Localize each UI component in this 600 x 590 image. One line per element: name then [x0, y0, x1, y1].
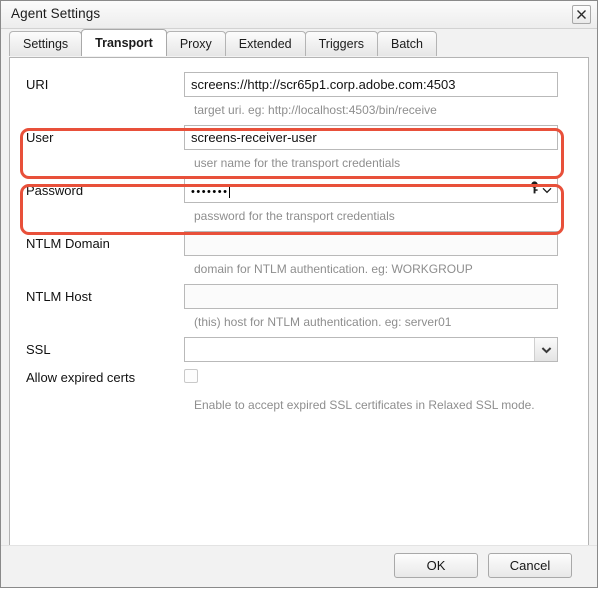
ntlm-host-input[interactable]: [184, 284, 558, 309]
uri-input[interactable]: screens://http://scr65p1.corp.adobe.com:…: [184, 72, 558, 97]
field-row-ssl: SSL: [10, 337, 588, 365]
password-input[interactable]: •••••••: [184, 178, 558, 203]
tab-extended[interactable]: Extended: [224, 31, 306, 56]
ntlm-domain-input[interactable]: [184, 231, 558, 256]
ssl-label: SSL: [26, 342, 51, 357]
field-row-allow-expired-certs: Allow expired certs: [10, 365, 588, 395]
agent-settings-dialog: Agent Settings Settings Transport Proxy Ext…: [0, 0, 598, 588]
ntlm-host-field-wrap: [184, 284, 558, 309]
field-row-password: Password •••••••: [10, 178, 588, 206]
user-input[interactable]: screens-receiver-user: [184, 125, 558, 150]
tab-bar: Settings Transport Proxy Extended Triggers Ba…: [1, 29, 597, 57]
user-field-wrap: screens-receiver-user: [184, 125, 558, 150]
dialog-footer: OK Cancel: [1, 545, 597, 587]
title-bar: Agent Settings: [1, 1, 597, 29]
allow-expired-certs-label: Allow expired certs: [26, 370, 136, 385]
cancel-button[interactable]: Cancel: [488, 553, 572, 578]
user-hint: user name for the transport credentials: [194, 156, 401, 170]
uri-label: URI: [26, 77, 49, 92]
allow-expired-certs-field-wrap: [184, 365, 558, 390]
transport-panel: URI screens://http://scr65p1.corp.adobe.…: [9, 57, 589, 546]
ntlm-domain-hint: domain for NTLM authentication. eg: WORK…: [194, 262, 473, 276]
transport-form: URI screens://http://scr65p1.corp.adobe.…: [10, 58, 588, 420]
ssl-field-wrap: [184, 337, 558, 362]
close-button[interactable]: [572, 5, 591, 24]
chevron-down-icon: [534, 338, 557, 361]
ntlm-host-hint: (this) host for NTLM authentication. eg:…: [194, 315, 452, 329]
ok-button[interactable]: OK: [394, 553, 478, 578]
tab-triggers[interactable]: Triggers: [304, 31, 378, 56]
password-label: Password: [26, 183, 84, 198]
field-row-user: User screens-receiver-user: [10, 125, 588, 153]
password-masked-value: •••••••: [191, 186, 229, 198]
password-field-wrap: •••••••: [184, 178, 558, 203]
ntlm-host-label: NTLM Host: [26, 289, 92, 304]
text-caret: [229, 184, 231, 198]
allow-expired-certs-hint: Enable to accept expired SSL certificate…: [194, 398, 535, 412]
uri-field-wrap: screens://http://scr65p1.corp.adobe.com:…: [184, 72, 558, 97]
ntlm-domain-field-wrap: [184, 231, 558, 256]
key-icon: [529, 181, 540, 199]
password-manager-button[interactable]: [529, 181, 552, 199]
user-label: User: [26, 130, 54, 145]
chevron-down-icon: [542, 181, 552, 199]
ntlm-domain-label: NTLM Domain: [26, 236, 110, 251]
tab-batch[interactable]: Batch: [377, 31, 437, 56]
field-row-ntlm-host: NTLM Host: [10, 284, 588, 312]
tab-proxy[interactable]: Proxy: [165, 31, 226, 56]
field-row-uri: URI screens://http://scr65p1.corp.adobe.…: [10, 72, 588, 100]
uri-hint: target uri. eg: http://localhost:4503/bi…: [194, 103, 437, 117]
password-hint: password for the transport credentials: [194, 209, 395, 223]
field-row-ntlm-domain: NTLM Domain: [10, 231, 588, 259]
close-icon: [573, 9, 590, 20]
tab-settings[interactable]: Settings: [9, 31, 83, 56]
tab-transport[interactable]: Transport: [81, 29, 167, 56]
allow-expired-certs-checkbox[interactable]: [184, 369, 198, 383]
window-title: Agent Settings: [11, 6, 101, 21]
ssl-select[interactable]: [184, 337, 558, 362]
